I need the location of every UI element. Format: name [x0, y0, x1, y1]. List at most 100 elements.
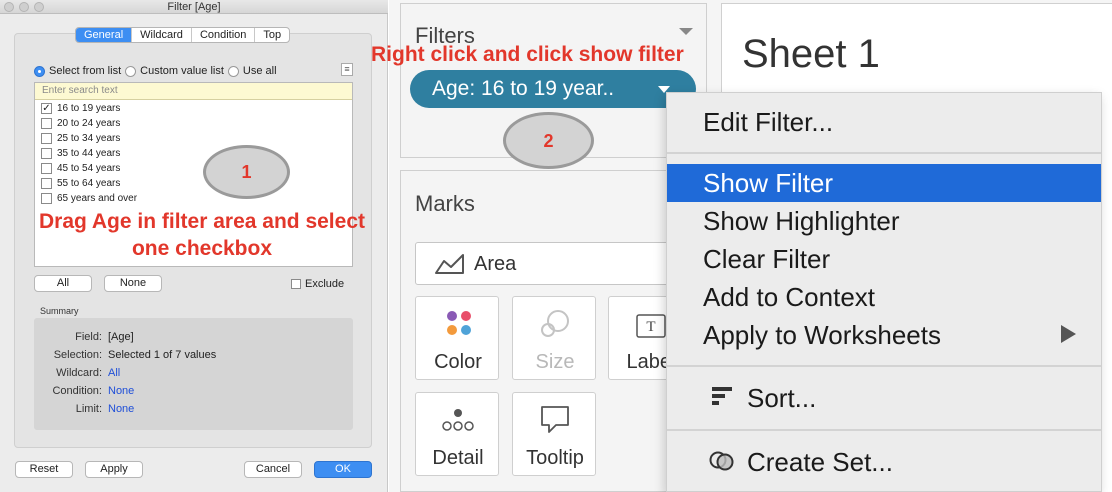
summary-row-selection: Selection: Selected 1 of 7 values — [34, 346, 353, 364]
summary-condition-link[interactable]: None — [108, 382, 134, 400]
list-item[interactable]: 65 years and over — [41, 191, 137, 206]
step-1-annotation: Drag Age in filter area and select one c… — [38, 210, 365, 260]
ok-button[interactable]: OK — [314, 461, 372, 478]
list-item-label: 65 years and over — [57, 193, 138, 204]
exclude-checkbox[interactable]: Exclude — [291, 278, 344, 290]
dialog-tabs: General Wildcard Condition Top — [75, 27, 291, 43]
summary-key: Field: — [75, 331, 102, 343]
summary-row-limit: Limit: None — [34, 400, 353, 418]
radio-label: Custom value list — [140, 65, 224, 77]
checkbox-icon[interactable] — [291, 279, 301, 289]
menu-separator — [667, 152, 1101, 154]
list-item[interactable]: 25 to 34 years — [41, 131, 120, 146]
menu-item-sort[interactable]: Sort... — [667, 379, 1101, 417]
step-2-annotation: Right click and click show filter — [371, 43, 684, 66]
radio-label: Select from list — [49, 65, 122, 77]
search-input[interactable]: Enter search text — [35, 83, 352, 100]
select-none-button[interactable]: None — [104, 275, 162, 292]
checkbox-icon[interactable] — [41, 133, 52, 144]
size-mark-button[interactable]: Size — [512, 296, 596, 380]
tooltip-mark-button[interactable]: Tooltip — [512, 392, 596, 476]
mark-type-label: Area — [474, 253, 517, 275]
menu-separator — [667, 429, 1101, 431]
list-item[interactable]: ✓ 16 to 19 years — [41, 101, 120, 116]
tab-condition[interactable]: Condition — [192, 28, 256, 42]
summary-key: Limit: — [75, 403, 102, 415]
checkbox-icon[interactable] — [41, 118, 52, 129]
summary-value: Selected 1 of 7 values — [108, 349, 217, 361]
menu-separator — [667, 365, 1101, 367]
area-chart-icon — [435, 254, 464, 274]
detail-mark-button[interactable]: Detail — [415, 392, 499, 476]
marks-card: Marks Area Color Size T Label Detail Too… — [400, 170, 707, 492]
list-options-menu-icon[interactable]: ≡ — [341, 63, 353, 76]
card-label: Detail — [432, 447, 484, 469]
radio-label: Use all — [242, 65, 277, 77]
checkbox-icon[interactable] — [41, 193, 52, 204]
list-item-label: 16 to 19 years — [57, 103, 121, 114]
reset-button[interactable]: Reset — [15, 461, 73, 478]
menu-item-clear-filter[interactable]: Clear Filter — [667, 240, 1101, 278]
summary-value: [Age] — [108, 331, 134, 343]
step-1-marker: 1 — [203, 145, 290, 199]
summary-row-wildcard: Wildcard: All — [34, 364, 353, 382]
apply-button[interactable]: Apply — [85, 461, 143, 478]
color-mark-button[interactable]: Color — [415, 296, 499, 380]
summary-row-field: Field: [Age] — [34, 328, 353, 346]
menu-item-edit-filter[interactable]: Edit Filter... — [667, 103, 1101, 141]
dialog-titlebar: Filter [Age] — [0, 0, 388, 14]
select-all-button[interactable]: All — [34, 275, 92, 292]
tooltip-icon — [541, 406, 569, 433]
list-item[interactable]: 55 to 64 years — [41, 176, 120, 191]
summary-limit-link[interactable]: None — [108, 400, 134, 418]
svg-text:T: T — [646, 319, 655, 335]
tab-general[interactable]: General — [76, 28, 133, 42]
filters-menu-icon[interactable] — [679, 28, 693, 35]
detail-dots-icon — [442, 409, 474, 431]
list-item[interactable]: 45 to 54 years — [41, 161, 120, 176]
summary-wildcard-link[interactable]: All — [108, 364, 120, 382]
card-label: Color — [434, 351, 482, 373]
summary-heading: Summary — [40, 306, 79, 316]
menu-item-create-set[interactable]: Create Set... — [667, 443, 1101, 481]
list-item[interactable]: 20 to 24 years — [41, 116, 120, 131]
tab-wildcard[interactable]: Wildcard — [132, 28, 192, 42]
radio-custom-value-list[interactable]: Custom value list — [125, 65, 224, 77]
summary-key: Condition: — [52, 385, 102, 397]
radio-unselected-icon — [227, 65, 239, 77]
menu-item-show-highlighter[interactable]: Show Highlighter — [667, 202, 1101, 240]
menu-item-apply-to-worksheets[interactable]: Apply to Worksheets — [667, 316, 1101, 354]
list-item-label: 20 to 24 years — [57, 118, 121, 129]
text-label-icon: T — [636, 314, 666, 338]
checkbox-icon[interactable] — [41, 178, 52, 189]
sheet-title: Sheet 1 — [742, 32, 880, 76]
tab-top[interactable]: Top — [255, 28, 289, 42]
radio-select-from-list[interactable]: Select from list — [34, 65, 121, 77]
list-item-label: 25 to 34 years — [57, 133, 121, 144]
checkbox-icon[interactable] — [41, 148, 52, 159]
color-palette-icon — [447, 311, 471, 335]
filter-dialog: Filter [Age] General Wildcard Condition … — [0, 0, 388, 492]
submenu-arrow-icon — [1061, 325, 1076, 343]
list-item[interactable]: 35 to 44 years — [41, 146, 120, 161]
step-2-marker: 2 — [503, 112, 594, 169]
summary-row-condition: Condition: None — [34, 382, 353, 400]
size-circles-icon — [541, 310, 569, 337]
card-label: Tooltip — [526, 447, 584, 469]
list-item-label: 35 to 44 years — [57, 148, 121, 159]
menu-item-add-to-context[interactable]: Add to Context — [667, 278, 1101, 316]
cancel-button[interactable]: Cancel — [244, 461, 302, 478]
age-filter-pill[interactable]: Age: 16 to 19 year.. — [410, 70, 696, 108]
exclude-label: Exclude — [305, 278, 345, 290]
menu-item-show-filter[interactable]: Show Filter — [667, 164, 1101, 202]
summary-panel: Field: [Age] Selection: Selected 1 of 7 … — [34, 318, 353, 430]
radio-use-all[interactable]: Use all — [227, 65, 277, 77]
marks-title: Marks — [415, 191, 475, 216]
checkbox-icon[interactable] — [41, 163, 52, 174]
mark-type-dropdown[interactable]: Area — [415, 242, 707, 285]
filter-context-menu: Edit Filter... Show Filter Show Highligh… — [666, 92, 1102, 492]
dialog-title: Filter [Age] — [167, 1, 221, 13]
filter-pill-label: Age: 16 to 19 year.. — [432, 77, 615, 100]
checkbox-checked-icon[interactable]: ✓ — [41, 103, 52, 114]
summary-key: Wildcard: — [56, 367, 102, 379]
